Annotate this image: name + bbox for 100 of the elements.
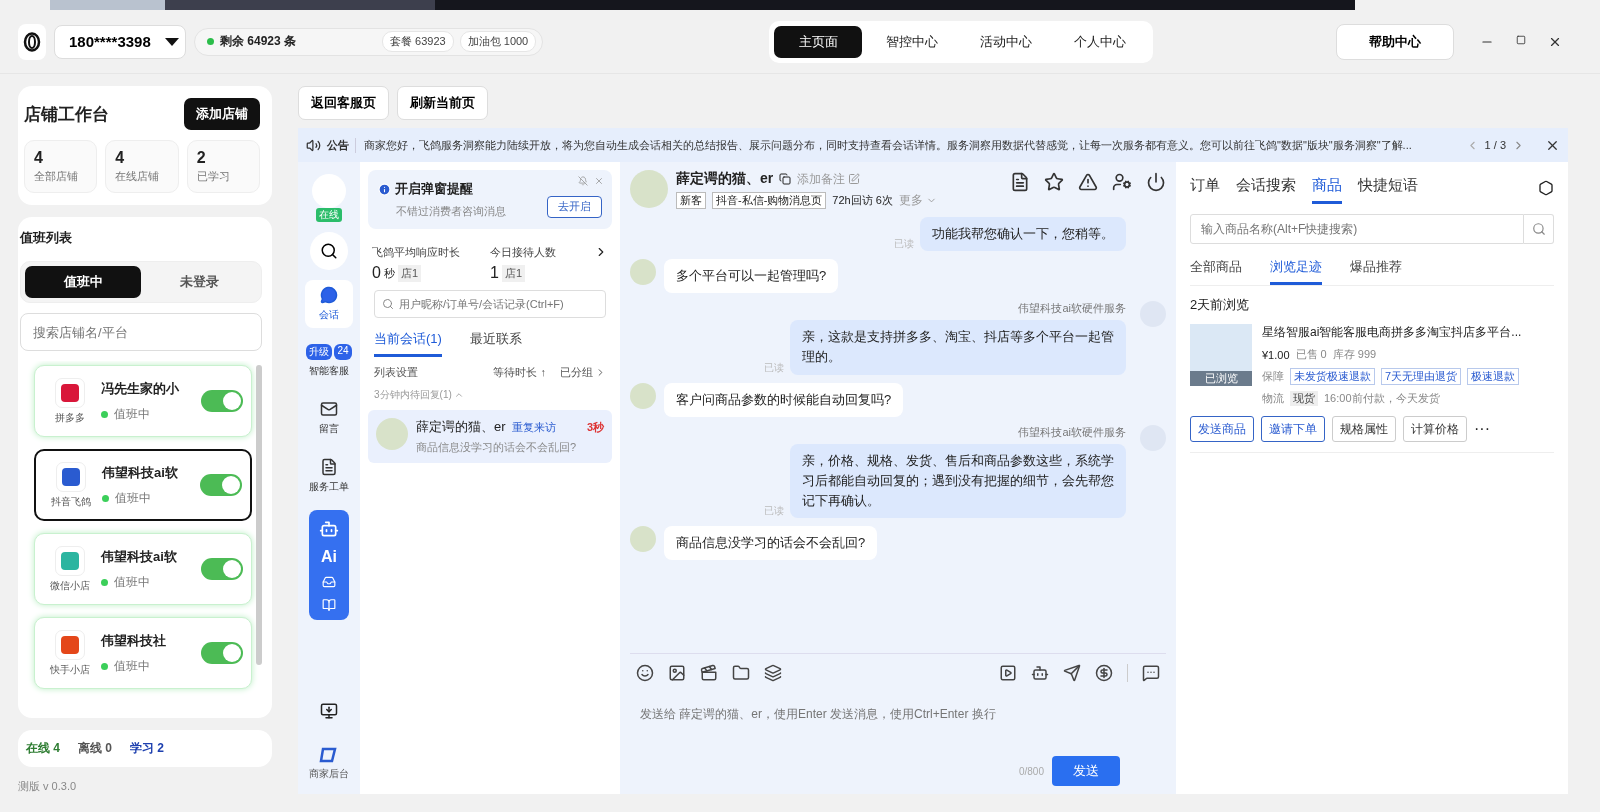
conversation-tab[interactable]: 最近联系 — [469, 326, 522, 357]
conversation-item[interactable]: 薛定谔的猫、er 重复来访 3秒 商品信息没学习的话会不会乱回? — [368, 410, 612, 463]
viewed-badge: 已浏览 — [1190, 371, 1252, 386]
status-dot — [101, 410, 108, 418]
duty-toggle[interactable] — [201, 558, 243, 580]
duty-toggle[interactable] — [201, 642, 243, 664]
metric-tag: 店1 — [501, 264, 526, 282]
metric-label: 飞鸽平均响应时长 — [372, 245, 460, 260]
stat-label: 已学习 — [196, 169, 231, 184]
search-field[interactable]: 用户昵称/订单号/会话记录(Ctrl+F) — [374, 290, 606, 318]
product-price: ¥1.00 — [1262, 348, 1290, 361]
metric-value: 0 — [372, 264, 381, 282]
shop-status: 值班中 — [114, 405, 150, 423]
product-action-button[interactable]: 发送商品 — [1190, 416, 1254, 442]
video-icon — [700, 664, 718, 682]
customer-message: 客户问商品参数的时候能自动回复吗? — [664, 382, 904, 417]
contact-name: 薛定谔的猫、er — [676, 170, 774, 188]
chat-icon — [320, 286, 338, 304]
visit-tag: 重复来访 — [511, 419, 556, 435]
folder-icon — [732, 664, 750, 682]
reminder-subtitle: 不错过消费者咨询消息 — [396, 204, 506, 219]
toolbar-button[interactable]: 返回客服页 — [298, 86, 389, 120]
ai-assistant-widget[interactable]: Ai — [309, 510, 349, 620]
avatar-circle — [630, 170, 668, 208]
rail-item[interactable]: 留言 — [305, 394, 353, 442]
rail-item[interactable]: 服务工单 — [305, 452, 353, 500]
product-tab[interactable]: 浏览足迹 — [1270, 254, 1322, 285]
product-tab[interactable]: 全部商品 — [1190, 254, 1242, 285]
duty-toggle[interactable] — [201, 390, 243, 412]
status-dot — [101, 662, 108, 670]
conversation-tab[interactable]: 当前会话(1) — [374, 326, 442, 357]
shop-card[interactable]: 抖音飞鸽 伟望科技ai软 值班中 — [34, 449, 252, 521]
download-icon[interactable] — [320, 702, 338, 720]
nav-tab[interactable]: 智控中心 — [868, 25, 957, 58]
more-button[interactable]: ··· — [1474, 420, 1490, 438]
nav-tab[interactable]: 主页面 — [774, 25, 863, 58]
book-icon[interactable] — [322, 597, 336, 612]
toolbar-button[interactable]: 刷新当前页 — [397, 86, 488, 120]
stat-value: 2 — [196, 149, 207, 167]
product-search-field[interactable]: 输入商品名称(Alt+F快捷搜索) — [1190, 214, 1524, 244]
account-dropdown[interactable]: 180****3398 — [54, 24, 186, 59]
caret-icon — [165, 37, 179, 46]
enable-button[interactable]: 去开启 — [547, 195, 602, 218]
play-icon — [999, 664, 1017, 682]
mute-icon[interactable] — [578, 176, 588, 186]
stock-tag: 现货 — [1290, 391, 1318, 406]
power-icon — [1146, 172, 1166, 192]
chat-bubble-icon — [1142, 664, 1160, 682]
product-action-button[interactable]: 计算价格 — [1403, 416, 1467, 442]
duty-toggle[interactable] — [200, 474, 242, 496]
panel-tab[interactable]: 会话搜索 — [1236, 172, 1296, 204]
sort-link[interactable]: 等待时长 ↑ — [493, 365, 546, 380]
read-receipt: 已读 — [894, 237, 914, 252]
summary-count: 离线 0 — [78, 740, 113, 757]
panel-tab[interactable]: 商品 — [1312, 172, 1342, 204]
segment-tab[interactable]: 未登录 — [141, 266, 257, 298]
inbox-icon[interactable] — [322, 574, 336, 589]
add-shop-button[interactable]: 添加店铺 — [184, 98, 260, 130]
grouped-link[interactable]: 已分组 — [560, 365, 606, 380]
guarantee-label: 保障 — [1262, 369, 1284, 384]
panel-tab[interactable]: 快捷短语 — [1358, 172, 1418, 204]
product-action-button[interactable]: 邀请下单 — [1261, 416, 1325, 442]
shop-card[interactable]: 拼多多 冯先生家的小 值班中 — [34, 365, 252, 437]
send-button[interactable]: 发送 — [1052, 756, 1120, 786]
shop-status: 值班中 — [114, 573, 150, 591]
settings-icon[interactable] — [1538, 180, 1554, 196]
product-action-button[interactable]: 规格属性 — [1332, 416, 1396, 442]
char-counter: 0/800 — [1018, 765, 1044, 777]
nav-tab[interactable]: 活动中心 — [962, 25, 1051, 58]
search-button[interactable] — [310, 232, 348, 270]
summary-count: 学习 2 — [130, 740, 165, 757]
product-tab[interactable]: 爆品推荐 — [1350, 254, 1402, 285]
merchant-backend-link[interactable]: 商家后台 — [303, 744, 355, 782]
metric-tag: 店1 — [397, 264, 422, 282]
notice-label: 公告 — [327, 137, 349, 153]
list-settings-link[interactable]: 列表设置 — [374, 365, 418, 380]
rail-item[interactable]: 升级 24 智能客服 — [305, 338, 353, 384]
help-button[interactable]: 帮助中心 — [1336, 23, 1454, 60]
copy-icon[interactable] — [779, 173, 792, 185]
rail-item[interactable]: 会话 — [305, 280, 353, 328]
product-title[interactable]: 星络智服ai智能客服电商拼多多淘宝抖店多平台... — [1262, 324, 1522, 341]
panel-tab[interactable]: 订单 — [1190, 172, 1220, 204]
scrollbar[interactable] — [256, 365, 262, 665]
nav-tab[interactable]: 个人中心 — [1056, 25, 1145, 58]
message-input[interactable]: 发送给 薛定谔的猫、er，使用Enter 发送消息，使用Ctrl+Enter 换行 — [630, 692, 1166, 756]
sender-name: 伟望科技ai软硬件服务 — [1018, 301, 1126, 317]
rail-badge: 升级 — [306, 344, 333, 360]
avatar-circle — [630, 526, 656, 553]
search-icon — [320, 242, 338, 260]
status-dot — [102, 494, 109, 502]
shop-card[interactable]: 快手小店 伟望科技社 值班中 — [34, 617, 252, 689]
customer-message: 多个平台可以一起管理吗? — [664, 259, 839, 294]
layers-icon — [764, 664, 782, 682]
workbench-title: 店铺工作台 — [24, 103, 109, 126]
segment-tab[interactable]: 值班中 — [25, 266, 141, 298]
maximize-icon[interactable] — [1516, 34, 1526, 45]
search-field[interactable]: 搜索店铺名/平台 — [20, 313, 262, 351]
shipping-text: 16:00前付款，今天发货 — [1324, 391, 1440, 406]
edit-icon — [848, 173, 861, 185]
shop-card[interactable]: 微信小店 伟望科技ai软 值班中 — [34, 533, 252, 605]
